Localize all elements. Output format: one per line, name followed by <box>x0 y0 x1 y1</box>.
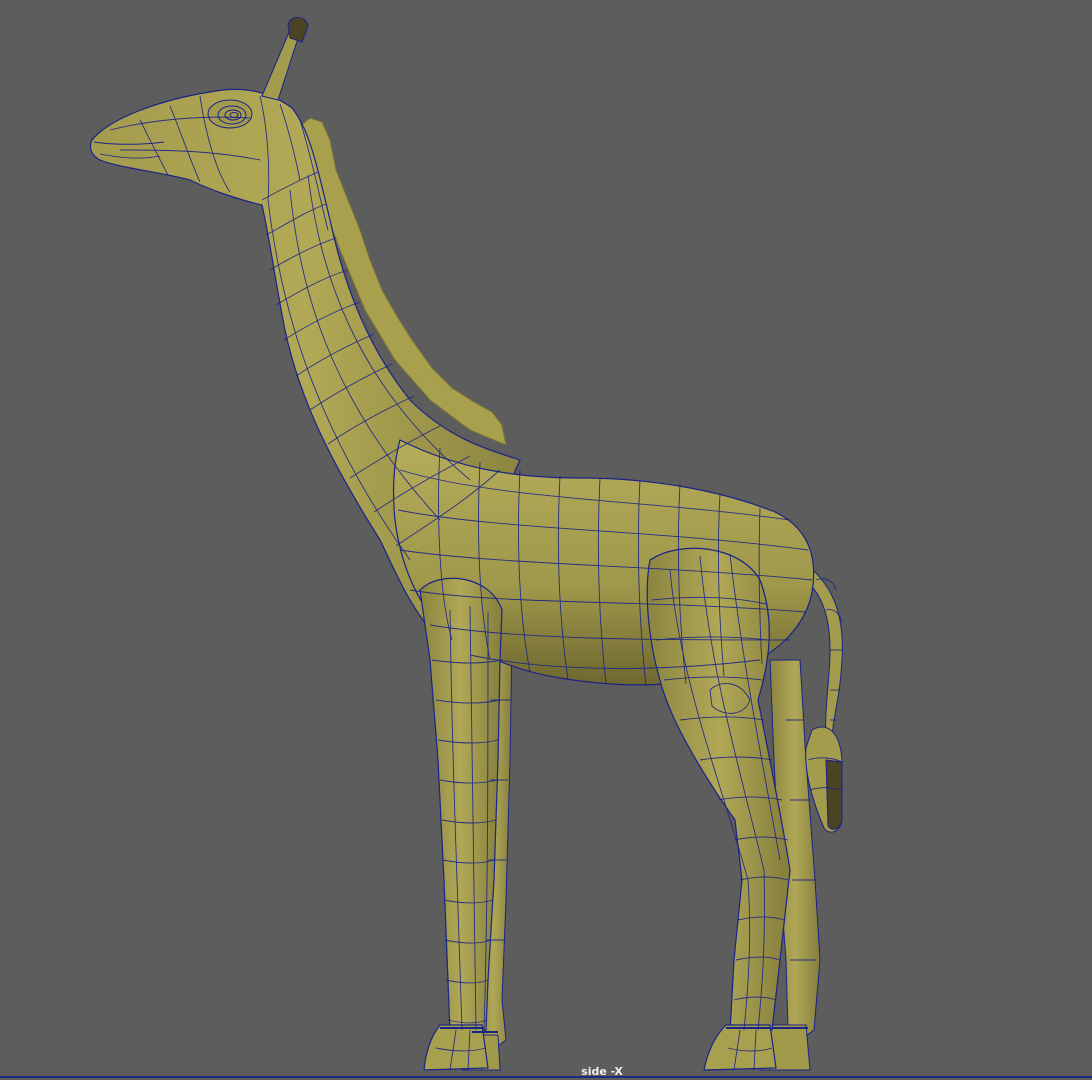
giraffe-model[interactable] <box>0 0 1092 1080</box>
hind-leg <box>646 547 791 1071</box>
camera-name-label: side -X <box>581 1065 623 1078</box>
viewport-panel[interactable]: side -X <box>0 0 1092 1080</box>
